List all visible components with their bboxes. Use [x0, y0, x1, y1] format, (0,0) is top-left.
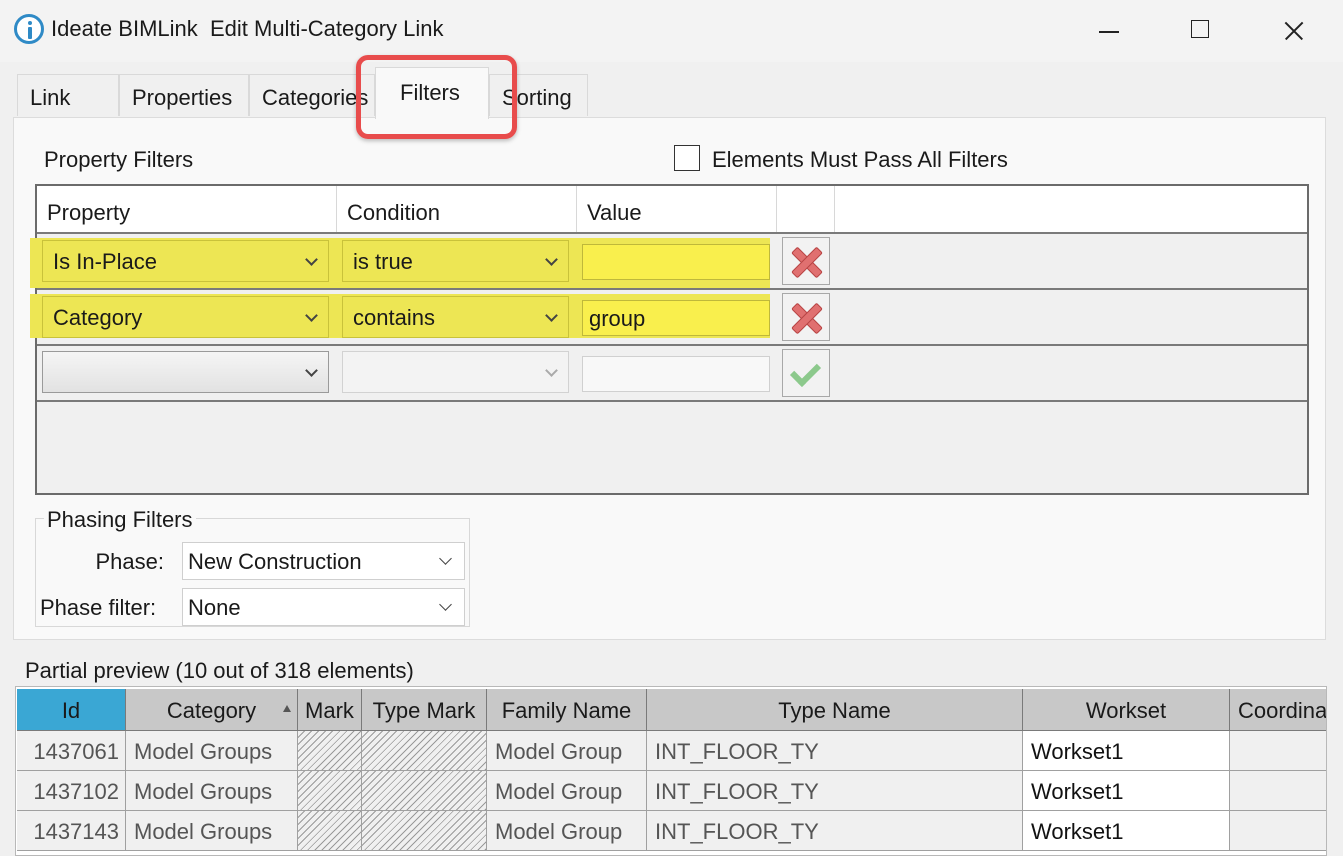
chevron-down-icon	[545, 364, 558, 377]
cell-family-name: Model Group	[487, 771, 647, 811]
cell-type-name: INT_FLOOR_TY	[647, 811, 1023, 851]
cell-coordinates	[1230, 811, 1326, 851]
remove-filter-button[interactable]	[782, 237, 830, 285]
must-pass-all-checkbox[interactable]	[674, 145, 700, 171]
cell-workset[interactable]: Workset1	[1023, 771, 1230, 811]
value-input[interactable]	[582, 244, 770, 280]
chevron-down-icon	[545, 253, 558, 266]
phase-value: New Construction	[188, 549, 362, 574]
tab-properties[interactable]: Properties	[119, 74, 249, 116]
tab-highlight-annotation	[356, 55, 517, 139]
chevron-down-icon	[439, 552, 452, 565]
minimize-button[interactable]	[1063, 0, 1155, 62]
cell-workset[interactable]: Workset1	[1023, 731, 1230, 771]
value-input[interactable]	[582, 356, 770, 392]
preview-header-coordinates[interactable]: Coordina	[1230, 689, 1326, 731]
property-dropdown[interactable]: Is In-Place	[42, 240, 329, 282]
column-header-filler	[835, 186, 1307, 232]
close-button[interactable]	[1248, 0, 1340, 62]
cell-id: 1437061	[17, 731, 126, 771]
ideate-info-icon	[14, 14, 44, 44]
condition-dropdown[interactable]	[342, 351, 569, 393]
preview-header-id[interactable]: Id	[17, 689, 126, 731]
row-divider	[37, 400, 1307, 402]
chevron-down-icon	[439, 598, 452, 611]
phase-dropdown[interactable]: New Construction	[182, 542, 465, 580]
preview-header-category[interactable]: Category	[126, 689, 298, 731]
remove-icon	[783, 294, 831, 342]
cell-coordinates	[1230, 731, 1326, 771]
condition-value: is true	[353, 249, 413, 274]
chevron-down-icon	[305, 309, 318, 322]
checkmark-icon	[783, 350, 831, 398]
preview-header-mark[interactable]: Mark	[298, 689, 362, 731]
cell-id: 1437143	[17, 811, 126, 851]
cell-coordinates	[1230, 771, 1326, 811]
cell-mark	[298, 731, 362, 771]
cell-mark	[298, 771, 362, 811]
row-divider	[37, 232, 1307, 234]
maximize-button[interactable]	[1155, 0, 1247, 62]
row-divider	[37, 344, 1307, 346]
preview-header-workset[interactable]: Workset	[1023, 689, 1230, 731]
condition-dropdown[interactable]: is true	[342, 240, 569, 282]
chevron-down-icon	[305, 364, 318, 377]
cell-category: Model Groups	[126, 771, 298, 811]
cell-id: 1437102	[17, 771, 126, 811]
property-value: Is In-Place	[53, 249, 157, 274]
property-dropdown[interactable]: Category	[42, 296, 329, 338]
property-dropdown[interactable]	[42, 351, 329, 393]
column-header-property: Property	[37, 186, 337, 232]
cell-family-name: Model Group	[487, 731, 647, 771]
preview-header-family-name[interactable]: Family Name	[487, 689, 647, 731]
phase-filter-label: Phase filter:	[40, 595, 157, 620]
window-title: Ideate BIMLink Edit Multi-Category Link	[51, 16, 444, 41]
property-filters-label: Property Filters	[44, 147, 194, 172]
property-value: Category	[53, 305, 143, 330]
chevron-down-icon	[545, 309, 558, 322]
tab-link[interactable]: Link	[17, 74, 119, 116]
cell-type-mark	[362, 771, 487, 811]
row-divider	[37, 288, 1307, 290]
condition-value: contains	[353, 305, 435, 330]
preview-header-type-mark[interactable]: Type Mark	[362, 689, 487, 731]
cell-family-name: Model Group	[487, 811, 647, 851]
phase-label: Phase:	[95, 549, 165, 574]
cell-mark	[298, 811, 362, 851]
cell-type-name: INT_FLOOR_TY	[647, 771, 1023, 811]
phasing-filters-label: Phasing Filters	[44, 507, 196, 533]
must-pass-all-label: Elements Must Pass All Filters	[712, 147, 1008, 172]
phase-filter-dropdown[interactable]: None	[182, 588, 465, 626]
add-filter-button[interactable]	[782, 349, 830, 397]
sort-ascending-icon	[283, 705, 291, 712]
cell-category: Model Groups	[126, 811, 298, 851]
phase-filter-value: None	[188, 595, 241, 620]
remove-filter-button[interactable]	[782, 293, 830, 341]
column-header-condition: Condition	[337, 186, 577, 232]
cell-type-name: INT_FLOOR_TY	[647, 731, 1023, 771]
preview-header-category-label: Category	[166, 698, 257, 723]
cell-category: Model Groups	[126, 731, 298, 771]
remove-icon	[783, 238, 831, 286]
cell-type-mark	[362, 731, 487, 771]
cell-workset[interactable]: Workset1	[1023, 811, 1230, 851]
chevron-down-icon	[305, 253, 318, 266]
condition-dropdown[interactable]: contains	[342, 296, 569, 338]
column-header-value: Value	[577, 186, 777, 232]
cell-type-mark	[362, 811, 487, 851]
column-header-action	[777, 186, 835, 232]
value-input[interactable]: group	[582, 300, 770, 336]
preview-header-type-name[interactable]: Type Name	[647, 689, 1023, 731]
preview-label: Partial preview (10 out of 318 elements)	[25, 658, 414, 683]
